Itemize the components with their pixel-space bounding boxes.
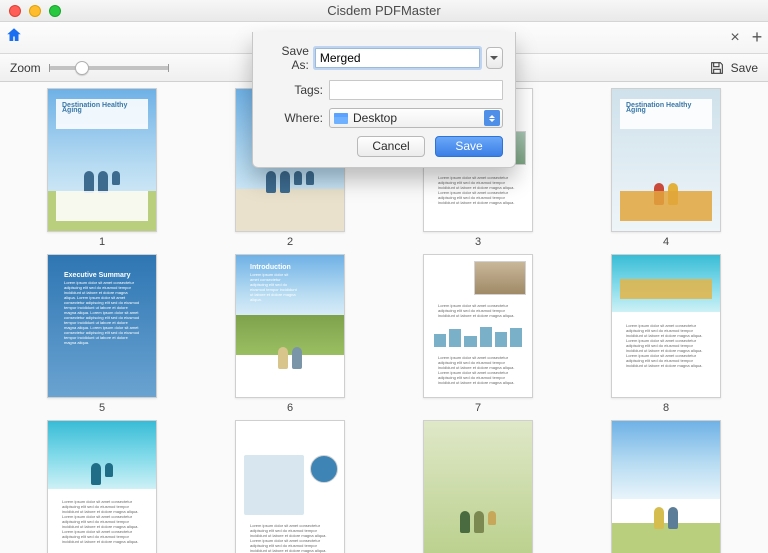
page-thumbnail[interactable]: Lorem ipsum dolor sit amet consectetur a… (216, 420, 364, 553)
page-preview: Executive SummaryLorem ipsum dolor sit a… (47, 254, 157, 398)
page-thumbnail[interactable]: 12 (592, 420, 740, 553)
save-button[interactable]: Save (709, 60, 758, 76)
page-preview: Lorem ipsum dolor sit amet consectetur a… (423, 254, 533, 398)
page-number: 1 (99, 236, 105, 248)
page-number: 3 (475, 236, 481, 248)
page-preview: Lorem ipsum dolor sit amet consectetur a… (47, 420, 157, 553)
page-thumbnail[interactable]: Executive SummaryLorem ipsum dolor sit a… (28, 254, 176, 414)
add-tab-icon[interactable]: + (746, 27, 768, 48)
tags-input[interactable] (329, 80, 503, 100)
page-number: 2 (287, 236, 293, 248)
page-preview (611, 420, 721, 553)
cancel-button[interactable]: Cancel (357, 136, 425, 157)
page-number: 5 (99, 402, 105, 414)
page-thumbnail[interactable]: Destination Healthy Aging 4 (592, 88, 740, 248)
page-number: 4 (663, 236, 669, 248)
save-as-input[interactable] (315, 48, 480, 68)
page-number: 7 (475, 402, 481, 414)
page-thumbnail[interactable]: Lorem ipsum dolor sit amet consectetur a… (592, 254, 740, 414)
page-preview: Lorem ipsum dolor sit amet consectetur a… (611, 254, 721, 398)
zoom-slider-thumb[interactable] (75, 61, 89, 75)
where-value: Desktop (353, 111, 397, 125)
titlebar: Cisdem PDFMaster (0, 0, 768, 22)
save-sheet: Save As: Tags: Where: Desktop Cancel Sav… (252, 32, 516, 168)
save-as-label: Save As: (265, 44, 309, 72)
save-confirm-button[interactable]: Save (435, 136, 503, 157)
close-tab-icon[interactable]: × (724, 29, 746, 47)
page-thumbnail[interactable]: IntroductionLorem ipsum dolor sit amet c… (216, 254, 364, 414)
page-thumbnail[interactable]: 11 (404, 420, 552, 553)
chevron-updown-icon (484, 110, 500, 126)
where-label: Where: (265, 111, 323, 125)
expand-save-panel-button[interactable] (486, 47, 503, 69)
page-preview (423, 420, 533, 553)
where-select[interactable]: Desktop (329, 108, 503, 128)
page-preview: Destination Healthy Aging (611, 88, 721, 232)
page-thumbnail[interactable]: Lorem ipsum dolor sit amet consectetur a… (404, 254, 552, 414)
page-number: 6 (287, 402, 293, 414)
zoom-slider[interactable] (49, 66, 169, 70)
window-title: Cisdem PDFMaster (0, 3, 768, 18)
zoom-label: Zoom (10, 61, 41, 75)
save-icon (709, 60, 725, 76)
page-preview: Lorem ipsum dolor sit amet consectetur a… (235, 420, 345, 553)
tags-label: Tags: (265, 83, 323, 97)
page-preview: IntroductionLorem ipsum dolor sit amet c… (235, 254, 345, 398)
save-button-label: Save (731, 61, 758, 75)
page-preview: Destination Healthy Aging (47, 88, 157, 232)
home-icon[interactable] (0, 26, 28, 49)
page-number: 8 (663, 402, 669, 414)
folder-icon (334, 113, 348, 124)
page-thumbnail[interactable]: Destination Healthy Aging 1 (28, 88, 176, 248)
page-thumbnail[interactable]: Lorem ipsum dolor sit amet consectetur a… (28, 420, 176, 553)
